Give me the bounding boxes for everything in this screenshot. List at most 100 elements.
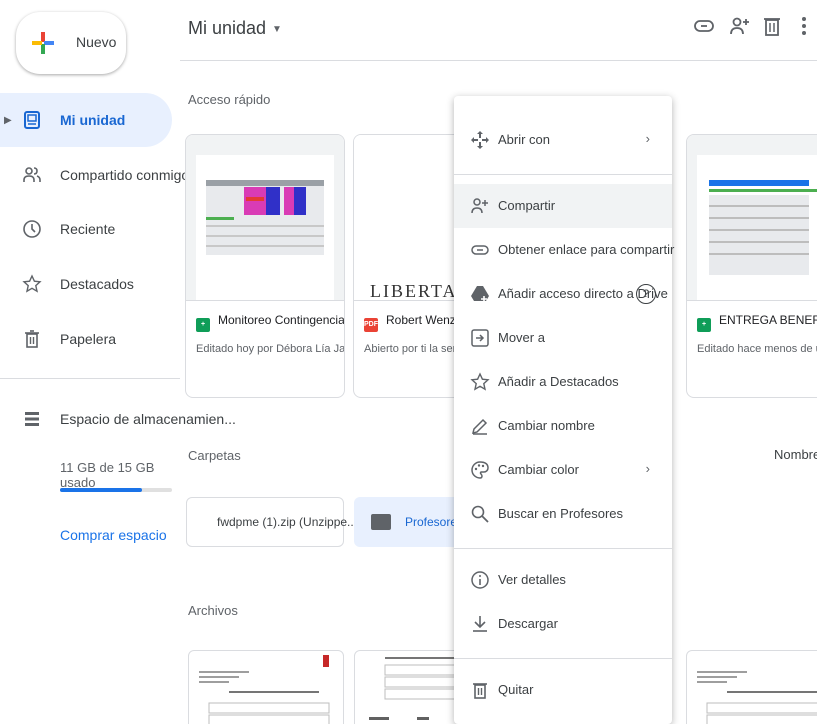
menu-item-label: Buscar en Profesores bbox=[498, 506, 624, 521]
trash-icon bbox=[473, 683, 487, 699]
drive-window: Nuevo ▶ Mi unidad Compartido conmigo Rec… bbox=[0, 0, 817, 724]
topbar: Mi unidad ▼ bbox=[180, 0, 817, 61]
menu-item-change-color[interactable]: Cambiar color › bbox=[454, 448, 672, 492]
file-card[interactable] bbox=[188, 650, 344, 724]
card-thumbnail bbox=[687, 135, 817, 301]
menu-item-get-link[interactable]: Obtener enlace para compartir bbox=[454, 228, 675, 272]
pdf-icon: PDF bbox=[364, 318, 378, 332]
search-icon bbox=[471, 505, 489, 523]
folder-icon bbox=[371, 514, 391, 530]
storage-icon bbox=[25, 412, 39, 426]
trash-icon[interactable] bbox=[760, 14, 784, 38]
document-preview bbox=[697, 671, 817, 724]
menu-item-move[interactable]: Mover a bbox=[454, 316, 672, 360]
add-person-icon[interactable] bbox=[728, 14, 752, 38]
pencil-icon bbox=[471, 418, 488, 435]
link-icon bbox=[471, 245, 489, 255]
storage-progress-bar bbox=[60, 488, 172, 492]
buy-storage-link[interactable]: Comprar espacio bbox=[60, 527, 167, 543]
menu-item-label: Quitar bbox=[498, 682, 534, 697]
card-title-text: ENTREGA BENEFICIOS T bbox=[719, 313, 817, 327]
sidebar-item-label: Mi unidad bbox=[60, 112, 126, 128]
folders-label: Carpetas bbox=[188, 448, 241, 463]
sidebar-item-recent[interactable]: Reciente bbox=[0, 202, 172, 256]
card-thumbnail bbox=[186, 135, 344, 301]
menu-item-label: Compartir bbox=[498, 198, 556, 213]
files-label: Archivos bbox=[188, 603, 238, 618]
menu-item-rename[interactable]: Cambiar nombre bbox=[454, 404, 672, 448]
add-person-icon bbox=[471, 198, 488, 214]
expand-caret-icon[interactable]: ▶ bbox=[4, 115, 12, 126]
menu-divider bbox=[454, 548, 672, 549]
sort-by-name-button[interactable]: Nombre bbox=[774, 447, 817, 462]
folder-item[interactable]: fwdpme (1).zip (Unzippe... bbox=[186, 497, 357, 547]
sidebar-item-label: Espacio de almacenamien... bbox=[60, 411, 236, 427]
plus-icon bbox=[32, 32, 54, 54]
menu-item-add-shortcut[interactable]: Añadir acceso directo a Drive ? bbox=[454, 272, 672, 316]
card-title-text: Monitoreo Contingencia CO... bbox=[218, 313, 345, 327]
menu-divider bbox=[454, 658, 672, 659]
menu-item-label: Añadir a Destacados bbox=[498, 374, 619, 389]
menu-item-share[interactable]: Compartir bbox=[454, 184, 672, 228]
download-icon bbox=[473, 616, 487, 632]
trash-icon bbox=[25, 330, 39, 348]
chevron-right-icon: › bbox=[645, 131, 650, 146]
star-icon bbox=[470, 372, 490, 391]
star-icon bbox=[22, 274, 42, 293]
sidebar-item-starred[interactable]: Destacados bbox=[0, 257, 172, 311]
info-icon bbox=[471, 571, 489, 589]
folder-label: fwdpme (1).zip (Unzippe... bbox=[217, 515, 358, 529]
menu-divider bbox=[454, 174, 672, 175]
page-title-text: Mi unidad bbox=[188, 18, 267, 38]
sheets-icon: + bbox=[196, 318, 210, 332]
storage-usage-text: 11 GB de 15 GB usado bbox=[60, 460, 155, 490]
menu-item-search-in[interactable]: Buscar en Profesores bbox=[454, 492, 672, 536]
menu-item-label: Cambiar color bbox=[498, 462, 579, 477]
storage-progress-fill bbox=[60, 488, 142, 492]
palette-icon bbox=[471, 461, 489, 479]
card-subtitle: Editado hace menos de una sem bbox=[697, 343, 817, 355]
drive-icon bbox=[24, 111, 40, 129]
menu-item-label: Mover a bbox=[498, 330, 545, 345]
link-icon[interactable] bbox=[692, 14, 716, 38]
quick-access-card[interactable]: + Monitoreo Contingencia CO... Editado ho… bbox=[185, 134, 345, 398]
card-title: + ENTREGA BENEFICIOS T bbox=[697, 313, 817, 332]
menu-item-label: Ver detalles bbox=[498, 572, 566, 587]
quick-access-label: Acceso rápido bbox=[188, 92, 271, 107]
chevron-right-icon: › bbox=[645, 461, 650, 476]
menu-item-open-with[interactable]: Abrir con › bbox=[454, 118, 672, 162]
clock-icon bbox=[23, 220, 41, 238]
more-vert-icon[interactable] bbox=[792, 14, 816, 38]
new-button[interactable]: Nuevo bbox=[16, 12, 126, 74]
move-icon bbox=[471, 329, 489, 347]
menu-item-label: Descargar bbox=[498, 616, 558, 631]
sidebar-divider bbox=[0, 378, 180, 379]
dropdown-arrow-icon: ▼ bbox=[272, 23, 282, 35]
sidebar-item-my-drive[interactable]: ▶ Mi unidad bbox=[0, 93, 172, 147]
card-subtitle: Editado hoy por Débora Lía Jara Va... bbox=[196, 343, 345, 355]
open-with-icon bbox=[471, 131, 489, 149]
card-title: + Monitoreo Contingencia CO... bbox=[196, 313, 345, 332]
context-menu: Abrir con › Compartir Obtener enlace par… bbox=[454, 96, 675, 724]
sidebar-item-label: Compartido conmigo bbox=[60, 167, 190, 183]
new-button-label: Nuevo bbox=[76, 34, 117, 50]
menu-item-download[interactable]: Descargar bbox=[454, 602, 672, 646]
sidebar-item-storage[interactable]: Espacio de almacenamien... bbox=[0, 392, 236, 446]
sidebar-item-label: Papelera bbox=[60, 331, 117, 347]
quick-access-card[interactable]: + ENTREGA BENEFICIOS T Editado hace menos… bbox=[686, 134, 817, 398]
sidebar-item-label: Reciente bbox=[60, 221, 116, 237]
sheets-icon: + bbox=[697, 318, 711, 332]
page-title[interactable]: Mi unidad ▼ bbox=[188, 18, 282, 39]
menu-item-view-details[interactable]: Ver detalles bbox=[454, 558, 672, 602]
menu-item-label: Abrir con bbox=[498, 132, 551, 147]
help-icon[interactable]: ? bbox=[636, 284, 656, 304]
drive-shortcut-icon bbox=[471, 286, 489, 302]
menu-item-add-starred[interactable]: Añadir a Destacados bbox=[454, 360, 672, 404]
sidebar-item-shared[interactable]: Compartido conmigo bbox=[0, 148, 189, 202]
sidebar-item-trash[interactable]: Papelera bbox=[0, 312, 172, 366]
menu-item-remove[interactable]: Quitar bbox=[454, 668, 672, 712]
menu-item-label: Obtener enlace para compartir bbox=[498, 242, 675, 257]
sidebar: Nuevo ▶ Mi unidad Compartido conmigo Rec… bbox=[0, 0, 236, 724]
file-card[interactable] bbox=[686, 650, 817, 724]
sidebar-item-label: Destacados bbox=[60, 276, 134, 292]
